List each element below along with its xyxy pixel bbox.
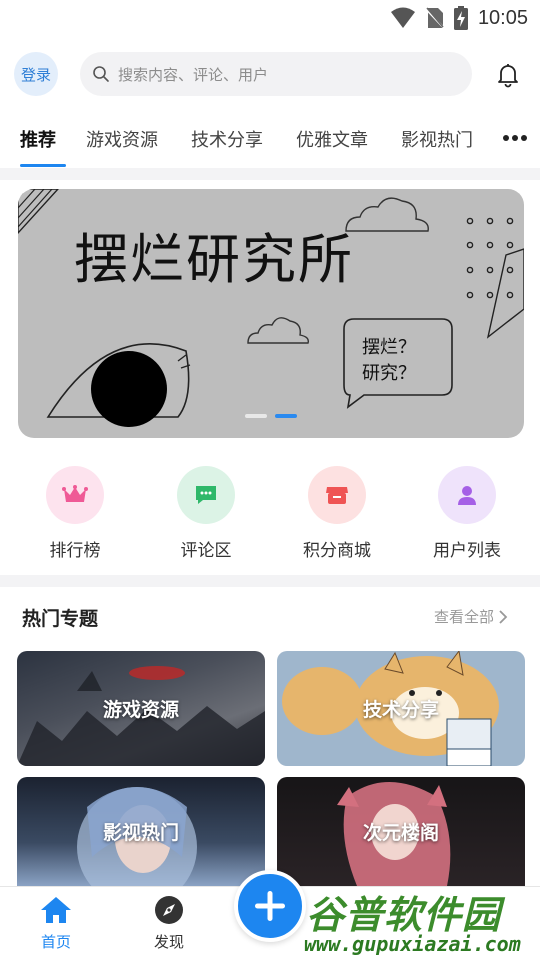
topic-card-game-resources[interactable]: 游戏资源: [17, 651, 265, 766]
divider: [0, 575, 540, 587]
bubble-line-1: 摆烂？: [362, 337, 416, 358]
chevron-right-icon: [499, 609, 508, 624]
bubble-line-2: 研究？: [362, 363, 416, 384]
view-all-link[interactable]: 查看全部: [434, 606, 508, 627]
nav-home-label: 首页: [40, 933, 71, 951]
quick-entry-label: 评论区: [180, 541, 232, 561]
home-icon: [41, 897, 71, 923]
banner-title: 摆烂研究所: [74, 228, 354, 291]
topic-card-tech-sharing[interactable]: 技术分享: [277, 651, 525, 766]
compass-icon: [155, 896, 183, 924]
wifi-icon: [390, 7, 415, 28]
divider: [0, 168, 540, 180]
status-icons: 10:05: [390, 4, 528, 32]
chat-icon: [196, 486, 216, 504]
view-all-label: 查看全部: [434, 608, 495, 626]
tab-recommend[interactable]: 推荐: [20, 126, 56, 152]
quick-entry-icon-bg: [177, 466, 235, 524]
quick-entry-label: 排行榜: [49, 541, 101, 561]
topic-card-label: 影视热门: [102, 822, 179, 844]
topic-card-label: 游戏资源: [102, 699, 179, 721]
topic-card-label: 技术分享: [362, 699, 439, 721]
tab-indicator: [20, 164, 66, 167]
watermark-url: www.gupuxiazai.com: [304, 932, 521, 956]
battery-charging-icon: [453, 6, 468, 30]
search-placeholder: 搜索内容、评论、用户: [118, 65, 269, 84]
tab-game-resources[interactable]: 游戏资源: [86, 126, 158, 152]
tab-tech-sharing[interactable]: 技术分享: [191, 126, 263, 152]
status-time: 10:05: [477, 6, 528, 29]
nav-discover[interactable]: 发现: [139, 895, 199, 952]
banner-bubble-text: 摆烂？ 研究？: [336, 335, 442, 387]
user-icon: [458, 486, 476, 505]
topic-card-hot-movies[interactable]: 影视热门: [17, 777, 265, 886]
bell-icon[interactable]: [494, 60, 522, 88]
search-icon: [93, 66, 109, 82]
carousel-dot-active[interactable]: [275, 414, 297, 418]
nav-discover-label: 发现: [153, 933, 184, 951]
carousel-dot[interactable]: [245, 414, 267, 418]
quick-entry-leaderboard[interactable]: 排行榜: [15, 466, 135, 561]
no-sim-icon: [425, 7, 444, 29]
quick-entry-icon-bg: [438, 466, 496, 524]
topic-card-label: 次元楼阁: [362, 822, 439, 844]
status-bar: 10:05: [0, 0, 540, 36]
quick-entry-icon-bg: [46, 466, 104, 524]
topic-card-anime-pavilion[interactable]: 次元楼阁: [277, 777, 525, 886]
watermark-logo: 谷普软件园 www.gupuxiazai.com: [296, 882, 540, 960]
plus-icon: [255, 891, 285, 921]
login-button[interactable]: 登录: [14, 52, 58, 96]
quick-entry-label: 积分商城: [303, 541, 371, 561]
tab-elegant-articles[interactable]: 优雅文章: [296, 126, 368, 152]
quick-entry-comments[interactable]: 评论区: [146, 466, 266, 561]
top-header: 登录 搜索内容、评论、用户: [0, 48, 540, 100]
tab-hot-movies[interactable]: 影视热门: [401, 126, 473, 152]
hot-topics-title: 热门专题: [22, 608, 99, 630]
search-input[interactable]: 搜索内容、评论、用户: [80, 52, 472, 96]
category-tabs: 推荐 游戏资源 技术分享 优雅文章 影视热门: [0, 112, 540, 168]
watermark-text: 谷普软件园: [306, 893, 502, 937]
banner-carousel[interactable]: 摆烂研究所 摆烂？ 研究？: [18, 189, 524, 438]
quick-entry-icon-bg: [308, 466, 366, 524]
quick-entry-points-mall[interactable]: 积分商城: [277, 466, 397, 561]
nav-home[interactable]: 首页: [26, 895, 86, 952]
crown-icon: [62, 485, 88, 502]
store-icon: [326, 487, 348, 504]
quick-entry-user-list[interactable]: 用户列表: [407, 466, 527, 561]
quick-entry-label: 用户列表: [433, 541, 501, 561]
more-icon[interactable]: [502, 132, 528, 144]
carousel-indicator: [245, 414, 297, 418]
